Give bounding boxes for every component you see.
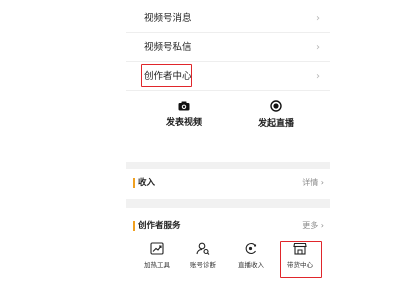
service-label: 账号诊断: [190, 261, 216, 269]
income-title: 收入: [138, 178, 156, 188]
chevron-right-icon: ›: [316, 42, 320, 53]
menu-item-label: 视频号私信: [144, 42, 192, 53]
camera-icon: [178, 101, 190, 111]
service-account-diagnosis[interactable]: 账号诊断: [180, 242, 226, 269]
section-accent-bar: [133, 221, 135, 231]
menu-item-label: 视频号消息: [144, 13, 192, 24]
menu-item-channel-messages[interactable]: 视频号消息 ›: [126, 4, 330, 33]
creator-services-header: 创作者服务 更多 ›: [126, 212, 330, 240]
creator-panel: 视频号消息 › 视频号私信 › 创作者中心 › 发表视频 发起直播 收入 详情 …: [126, 0, 330, 283]
start-live-label: 发起直播: [257, 119, 294, 129]
highlight-box-creator-center: [141, 64, 192, 87]
chevron-right-icon: ›: [316, 71, 320, 82]
service-label: 直播收入: [238, 261, 264, 269]
income-section-header[interactable]: 收入 详情 ›: [126, 169, 330, 197]
post-video-button[interactable]: 发表视频: [144, 101, 224, 128]
live-record-icon: [270, 100, 282, 112]
section-divider: [126, 199, 330, 208]
menu-item-channel-private-messages[interactable]: 视频号私信 ›: [126, 33, 330, 62]
service-live-income[interactable]: 直播收入: [228, 242, 274, 269]
account-diagnosis-icon: [196, 242, 210, 255]
service-promotion-tools[interactable]: 加热工具: [134, 242, 180, 269]
live-income-icon: [245, 242, 257, 255]
section-divider: [126, 162, 330, 169]
income-details-link[interactable]: 详情 ›: [302, 169, 324, 197]
service-label: 加热工具: [144, 261, 170, 269]
start-live-button[interactable]: 发起直播: [236, 100, 316, 129]
highlight-box-sales-center: [280, 241, 322, 278]
section-accent-bar: [133, 178, 135, 188]
creator-services-title: 创作者服务: [138, 221, 181, 231]
chevron-right-icon: ›: [316, 13, 320, 24]
chart-trend-icon: [150, 242, 164, 255]
creator-services-more-link[interactable]: 更多 ›: [302, 212, 324, 240]
post-video-label: 发表视频: [165, 118, 202, 128]
